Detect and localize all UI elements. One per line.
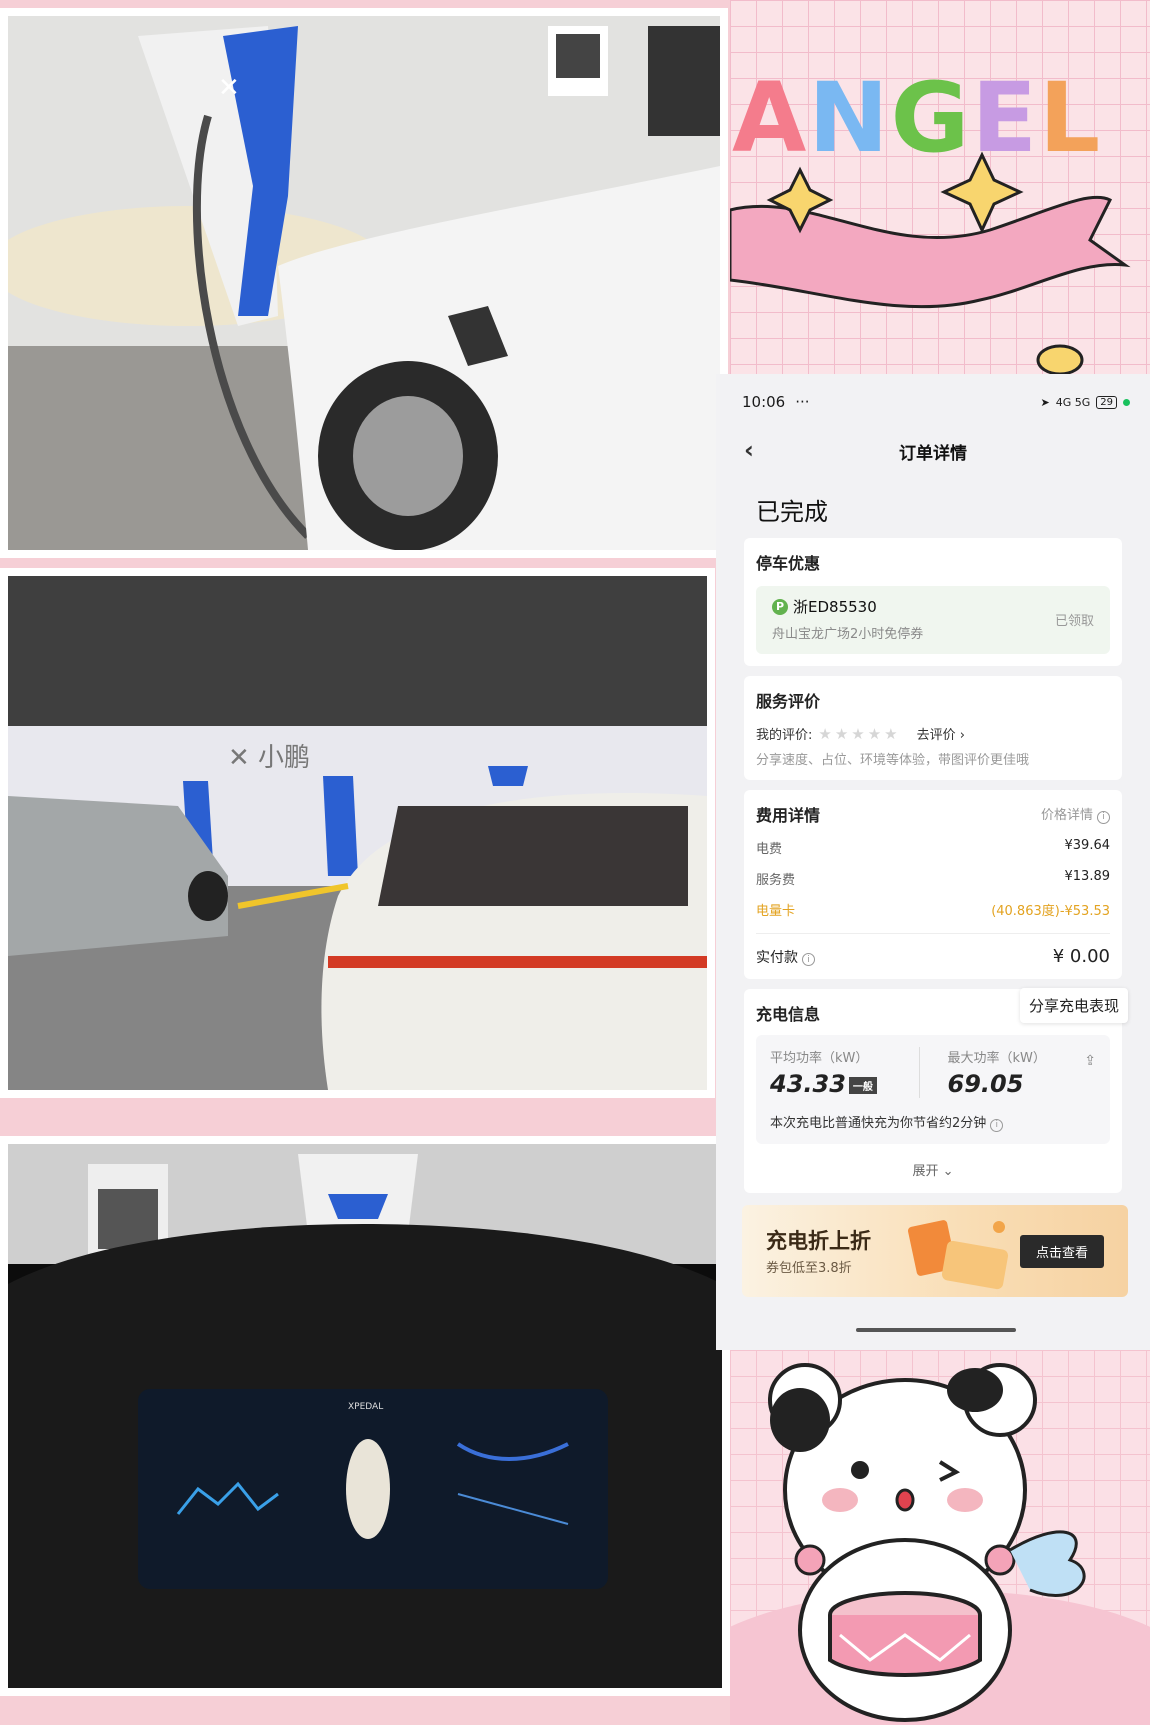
- coupon-description: 舟山宝龙广场2小时免停券: [772, 627, 924, 642]
- parking-title: 停车优惠: [756, 554, 821, 573]
- info-icon[interactable]: i: [802, 953, 815, 966]
- share-icon[interactable]: ⇪: [1084, 1053, 1096, 1069]
- dashboard-illustration: XPEDAL: [8, 1144, 722, 1688]
- power-level-tag: 一般: [848, 1076, 877, 1094]
- parking-icon: P: [772, 598, 788, 615]
- fee-label: 电费: [756, 842, 783, 857]
- fee-value: ¥13.89: [1064, 869, 1111, 884]
- garage-illustration: ✕ 小鹏: [8, 576, 707, 1090]
- page-title: 订单详情: [899, 443, 967, 464]
- status-bar: 10:06 ··· ➤ 4G 5G 29: [716, 374, 1150, 430]
- coupon-status: 已领取: [1054, 614, 1094, 629]
- info-icon[interactable]: i: [990, 1118, 1004, 1132]
- view-button[interactable]: 点击查看: [1019, 1234, 1104, 1268]
- bear-sticker: [730, 1350, 1150, 1725]
- photo-parking-garage: ✕ 小鹏: [0, 568, 715, 1098]
- saving-text: 本次充电比普通快充为你节省约2分钟: [770, 1116, 987, 1131]
- info-icon: i: [1097, 810, 1110, 824]
- rating-title: 服务评价: [756, 692, 821, 711]
- home-indicator[interactable]: [856, 1328, 1016, 1332]
- order-detail-screen: 10:06 ··· ➤ 4G 5G 29 ‹ 订单详情 已完成 停车优惠 P 浙…: [716, 374, 1150, 1350]
- dashboard-brand: XPEDAL: [348, 1402, 383, 1412]
- power-box: 平均功率（kW） 43.33 一般 最大功率（kW） 69.05 ⇪ 本次充电比普…: [756, 1035, 1110, 1144]
- fee-value: (40.863度)-¥53.53: [991, 904, 1110, 919]
- fee-label: 电量卡: [756, 904, 796, 919]
- fee-total: 实付款 i ¥ 0.00: [756, 933, 1110, 967]
- angel-sticker: ANGEL: [730, 0, 1150, 380]
- rating-stars[interactable]: ★★★★★: [818, 725, 900, 743]
- parking-card: 停车优惠 P 浙ED85530 舟山宝龙广场2小时免停券 已领取: [744, 538, 1122, 666]
- promo-banner[interactable]: 充电折上折 券包低至3.8折 点击查看: [742, 1204, 1128, 1297]
- total-value: ¥ 0.00: [1052, 946, 1110, 967]
- status-more: ···: [795, 393, 810, 411]
- my-rating-label: 我的评价:: [756, 728, 813, 743]
- status-time: 10:06: [742, 393, 786, 411]
- coupon-illustration: [907, 1219, 1009, 1289]
- share-tooltip[interactable]: 分享充电表现: [1019, 988, 1128, 1023]
- fee-row: 服务费 ¥13.89: [756, 869, 1110, 888]
- battery-icon: 29: [1096, 395, 1117, 409]
- max-power-value: 69.05: [947, 1070, 1024, 1098]
- ribbon-stars-illustration: [730, 151, 1131, 376]
- parking-coupon[interactable]: P 浙ED85530 舟山宝龙广场2小时免停券 已领取: [756, 586, 1110, 654]
- rating-hint: 分享速度、占位、环境等体验，带图评价更佳哦: [756, 753, 1030, 768]
- expand-button[interactable]: 展开 ⌄: [756, 1160, 1110, 1181]
- avg-power-label: 平均功率（kW）: [770, 1051, 869, 1066]
- photo-charging-station: ✕: [0, 8, 728, 558]
- svg-text:✕ 小鹏: ✕ 小鹏: [228, 743, 310, 773]
- charging-station-illustration: ✕: [8, 16, 720, 550]
- green-dot-icon: [1123, 398, 1130, 406]
- license-plate: 浙ED85530: [793, 598, 877, 616]
- bear-drummer-illustration: [730, 1363, 1150, 1725]
- photo-dashboard: XPEDAL: [0, 1136, 730, 1696]
- avg-power-value: 43.33: [770, 1070, 846, 1098]
- fee-row: 电量卡 (40.863度)-¥53.53: [756, 900, 1110, 919]
- max-power-label: 最大功率（kW）: [947, 1051, 1046, 1066]
- fee-label: 服务费: [756, 873, 796, 888]
- price-detail-label: 价格详情: [1040, 808, 1093, 824]
- fee-row: 电费 ¥39.64: [756, 838, 1110, 857]
- fee-title: 费用详情: [756, 806, 821, 825]
- price-detail-link[interactable]: 价格详情 i: [1041, 804, 1110, 824]
- fee-value: ¥39.64: [1064, 838, 1111, 853]
- fee-card: 费用详情 价格详情 i 电费 ¥39.64 服务费 ¥13.89 电量卡 (40.…: [744, 790, 1122, 979]
- back-button[interactable]: ‹: [744, 436, 754, 464]
- rating-card: 服务评价 我的评价: ★★★★★ 去评价 › 分享速度、占位、环境等体验，带图评…: [744, 676, 1122, 780]
- nav-bar: ‹ 订单详情: [716, 430, 1150, 472]
- order-status: 已完成: [756, 498, 828, 526]
- go-rate-link[interactable]: 去评价 ›: [917, 724, 965, 743]
- signal-icon: 4G 5G: [1055, 395, 1091, 409]
- total-label: 实付款: [756, 949, 798, 966]
- svg-text:✕: ✕: [218, 73, 240, 103]
- location-icon: ➤: [1040, 395, 1050, 409]
